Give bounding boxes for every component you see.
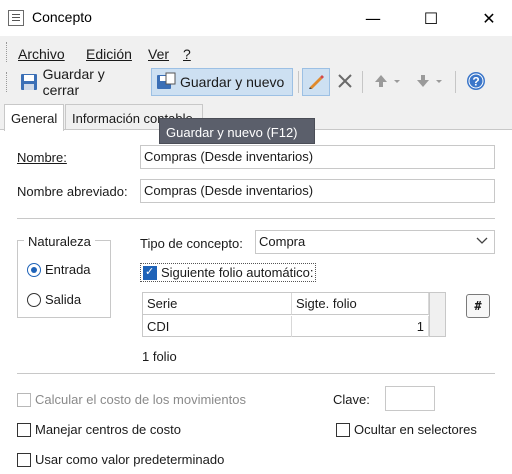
divider: [17, 373, 495, 374]
centros-costo-label: Manejar centros de costo: [35, 422, 181, 437]
centros-costo-checkbox[interactable]: Manejar centros de costo: [17, 422, 181, 437]
arrow-up-icon: [373, 73, 401, 92]
grid-cell-folio[interactable]: 1: [292, 316, 429, 337]
delete-button[interactable]: [333, 68, 357, 96]
tipo-concepto-select[interactable]: Compra: [255, 230, 495, 254]
ocultar-selectores-label: Ocultar en selectores: [354, 422, 477, 437]
menu-label: Ver: [148, 46, 170, 62]
tipo-concepto-label: Tipo de concepto:: [140, 236, 243, 251]
menu-archivo[interactable]: Archivo: [18, 46, 65, 62]
valor-predeterminado-label: Usar como valor predeterminado: [35, 452, 225, 467]
calcular-costo-checkbox[interactable]: Calcular el costo de los movimientos: [17, 392, 246, 407]
valor-predeterminado-checkbox[interactable]: Usar como valor predeterminado: [17, 452, 224, 467]
window-title: Concepto: [32, 9, 92, 25]
toolbar-separator: [298, 71, 299, 93]
menu-help[interactable]: ?: [183, 46, 191, 62]
calcular-costo-check: [17, 392, 31, 407]
ocultar-selectores-checkbox[interactable]: Ocultar en selectores: [336, 422, 477, 437]
help-icon: ?: [466, 71, 486, 94]
save-icon: [19, 72, 39, 92]
edit-button[interactable]: [302, 68, 330, 96]
menu-label: ?: [183, 46, 191, 62]
centros-costo-check: [17, 422, 31, 437]
nombre-abreviado-label: Nombre abreviado:: [17, 184, 128, 199]
menu-grip-icon: [6, 42, 9, 62]
edit-pencil-icon: [307, 72, 325, 93]
grid-cell-serie[interactable]: CDI: [143, 316, 292, 337]
close-button[interactable]: ✕: [466, 0, 512, 36]
radio-salida-label: Salida: [45, 292, 82, 307]
save-new-label: Guardar y nuevo: [180, 74, 285, 90]
siguiente-folio-check: [143, 265, 157, 280]
clave-label: Clave:: [333, 392, 370, 407]
radio-entrada-dot: [27, 262, 41, 277]
grid-scroll-area: [430, 292, 446, 337]
toolbar: Guardar y cerrar Guardar y nuevo ?: [0, 66, 512, 98]
valor-predeterminado-check: [17, 452, 31, 467]
tab-general[interactable]: General: [4, 104, 65, 131]
move-down-button[interactable]: [410, 68, 450, 96]
menu-edicion[interactable]: Edición: [86, 46, 132, 62]
save-new-icon: [156, 72, 176, 92]
save-new-button[interactable]: Guardar y nuevo: [151, 68, 293, 96]
toolbar-grip-icon: [6, 72, 9, 92]
divider: [17, 218, 495, 219]
calcular-costo-label: Calcular el costo de los movimientos: [35, 392, 246, 407]
nombre-label: Nombre:: [17, 150, 67, 165]
menu-ver[interactable]: Ver: [148, 46, 169, 62]
folio-count: 1 folio: [142, 349, 177, 364]
grid-header-folio[interactable]: Sigte. folio: [292, 293, 429, 315]
radio-entrada-label: Entrada: [45, 262, 91, 277]
clave-field[interactable]: [385, 386, 435, 411]
radio-salida[interactable]: Salida: [27, 292, 81, 307]
arrow-down-icon: [415, 73, 443, 92]
chevron-down-icon: [476, 234, 488, 249]
hash-icon: #: [474, 299, 482, 313]
grid-header-serie[interactable]: Serie: [143, 293, 292, 315]
siguiente-folio-checkbox[interactable]: Siguiente folio automático:: [140, 263, 317, 282]
radio-entrada[interactable]: Entrada: [27, 262, 91, 277]
nombre-abreviado-field[interactable]: Compras (Desde inventarios): [140, 179, 495, 203]
nombre-field[interactable]: Compras (Desde inventarios): [140, 145, 495, 169]
menu-label: Edición: [86, 46, 132, 62]
title-bar: Concepto — ☐ ✕: [0, 0, 512, 36]
menu-label: Archivo: [18, 46, 65, 62]
minimize-button[interactable]: —: [350, 0, 396, 36]
move-up-button[interactable]: [368, 68, 408, 96]
svg-text:?: ?: [472, 74, 479, 88]
delete-x-icon: [337, 73, 353, 92]
toolbar-separator: [362, 71, 363, 93]
toolbar-separator: [455, 71, 456, 93]
tipo-concepto-value: Compra: [259, 234, 306, 249]
siguiente-folio-label: Siguiente folio automático:: [161, 265, 314, 280]
tooltip: Guardar y nuevo (F12): [159, 118, 315, 144]
app-icon: [8, 10, 24, 26]
help-button[interactable]: ?: [462, 68, 490, 96]
folio-grid[interactable]: Serie Sigte. folio CDI 1: [142, 292, 430, 337]
nombre-label-text: Nombre:: [17, 150, 67, 165]
menu-bar: Archivo Edición Ver ?: [0, 36, 512, 66]
maximize-button[interactable]: ☐: [408, 0, 454, 36]
save-close-label: Guardar y cerrar: [42, 66, 105, 98]
ocultar-selectores-check: [336, 422, 350, 437]
save-close-button[interactable]: Guardar y cerrar: [14, 66, 148, 98]
radio-salida-dot: [27, 292, 41, 307]
grid-number-button[interactable]: #: [466, 294, 490, 318]
naturaleza-legend: Naturaleza: [24, 234, 95, 249]
